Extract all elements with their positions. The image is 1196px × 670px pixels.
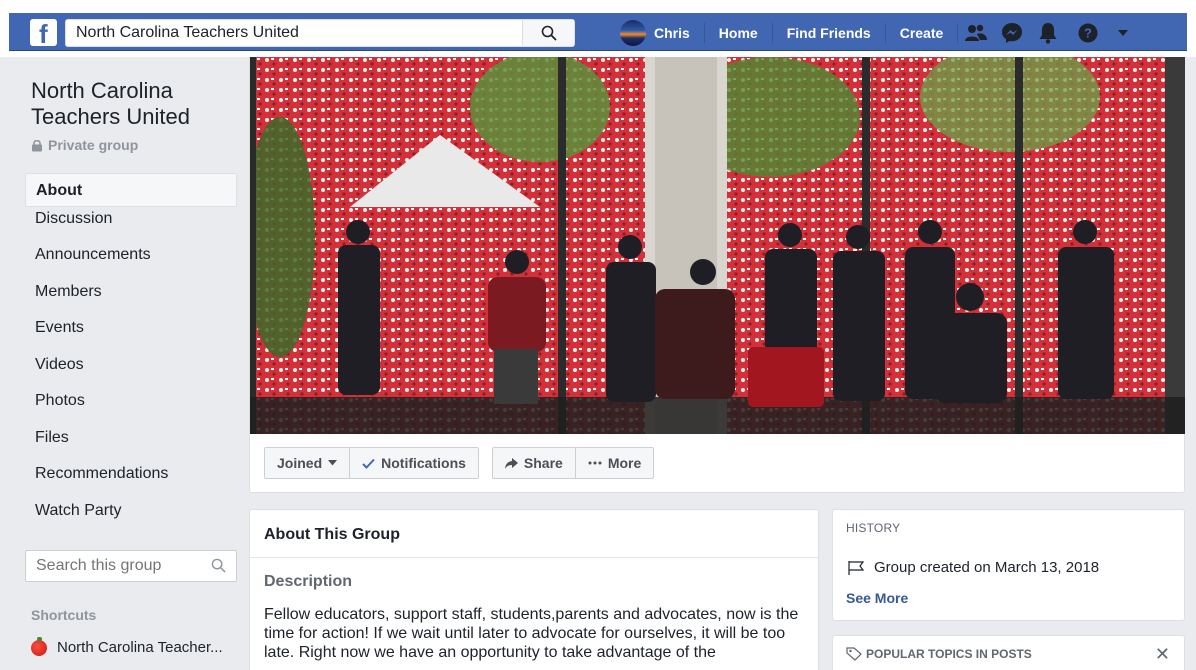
sidebar-item-about[interactable]: About [25, 173, 237, 207]
sidebar-item-members[interactable]: Members [25, 283, 237, 320]
facebook-logo-icon[interactable]: f [30, 19, 57, 48]
group-title[interactable]: North Carolina Teachers United [31, 78, 231, 130]
popular-topics-text: POPULAR TOPICS IN POSTS [866, 647, 1032, 661]
friends-icon [965, 24, 988, 41]
close-icon[interactable]: ✕ [1155, 644, 1170, 665]
joined-label: Joined [277, 455, 323, 471]
sidebar-item-recommendations[interactable]: Recommendations [25, 465, 237, 502]
group-search-input[interactable] [26, 551, 201, 581]
membership-button-group: Joined Notifications [264, 447, 479, 479]
group-sidebar-nav: About Discussion Announcements Members E… [25, 173, 237, 538]
checkmark-icon [362, 458, 375, 469]
global-search [65, 19, 575, 47]
cover-photo[interactable] [250, 57, 1185, 434]
account-menu-button[interactable] [1110, 19, 1136, 47]
messenger-icon [1002, 23, 1023, 43]
group-created-text: Group created on March 13, 2018 [874, 559, 1100, 576]
sidebar-item-files[interactable]: Files [25, 429, 237, 466]
more-label: More [607, 455, 642, 471]
ellipsis-icon [588, 461, 602, 465]
description-text: Fellow educators, support staff, student… [264, 606, 799, 661]
sidebar-item-photos[interactable]: Photos [25, 392, 237, 429]
tag-icon [846, 647, 862, 661]
popular-topics-card: POPULAR TOPICS IN POSTS ✕ [832, 635, 1185, 670]
messenger-button[interactable] [994, 19, 1030, 47]
history-card: HISTORY Group created on March 13, 2018 … [832, 509, 1185, 621]
share-button[interactable]: Share [493, 448, 575, 478]
svg-text:?: ? [1084, 26, 1092, 41]
help-button[interactable]: ? [1066, 19, 1110, 47]
more-button[interactable]: More [574, 448, 653, 478]
popular-topics-heading: POPULAR TOPICS IN POSTS [846, 647, 1032, 661]
see-more-link[interactable]: See More [846, 590, 908, 606]
help-icon: ? [1078, 23, 1098, 43]
shortcut-label: North Carolina Teacher... [57, 639, 223, 656]
caret-down-icon [328, 460, 338, 466]
about-heading: About This Group [250, 510, 818, 558]
sidebar-item-announcements[interactable]: Announcements [25, 246, 237, 283]
search-button[interactable] [522, 20, 574, 46]
sidebar-item-discussion[interactable]: Discussion [25, 210, 237, 247]
share-arrow-icon [504, 457, 518, 469]
share-more-button-group: Share More [491, 447, 655, 479]
apple-icon [31, 636, 47, 656]
group-action-row: Joined Notifications Share More [264, 447, 655, 479]
history-heading: HISTORY [846, 521, 901, 535]
notifications-label: Notifications [381, 455, 466, 471]
about-card: About This Group Description Fellow educ… [249, 509, 819, 670]
privacy-label: Private group [31, 137, 138, 153]
notifications-button[interactable] [1030, 19, 1066, 47]
flag-icon [848, 560, 865, 575]
shortcut-item[interactable]: North Carolina Teacher... [31, 636, 223, 656]
bell-icon [1039, 23, 1057, 44]
cover-card: Joined Notifications Share More [249, 57, 1185, 493]
group-created-line: Group created on March 13, 2018 [846, 559, 1099, 576]
top-nav-right: Chris Home Find Friends Create ? [620, 19, 1136, 47]
global-search-input[interactable] [66, 20, 521, 46]
lock-icon [32, 139, 42, 151]
privacy-text: Private group [48, 137, 139, 153]
avatar[interactable] [620, 20, 646, 46]
description-heading: Description [264, 573, 353, 590]
sidebar-item-events[interactable]: Events [25, 319, 237, 356]
shortcuts-heading: Shortcuts [31, 607, 97, 623]
friend-requests-button[interactable] [958, 19, 994, 47]
search-icon [541, 25, 557, 41]
cover-photo-image [250, 57, 1185, 434]
group-search [25, 550, 237, 582]
create-link[interactable]: Create [886, 23, 959, 43]
joined-button[interactable]: Joined [265, 448, 349, 478]
share-label: Share [523, 455, 563, 471]
sidebar-item-videos[interactable]: Videos [25, 356, 237, 393]
home-link[interactable]: Home [705, 23, 773, 43]
profile-link[interactable]: Chris [646, 23, 705, 43]
notifications-toggle-button[interactable]: Notifications [349, 448, 478, 478]
search-icon[interactable] [211, 558, 226, 573]
find-friends-link[interactable]: Find Friends [773, 23, 886, 43]
caret-down-icon [1118, 29, 1129, 36]
sidebar-item-watch-party[interactable]: Watch Party [25, 502, 237, 539]
